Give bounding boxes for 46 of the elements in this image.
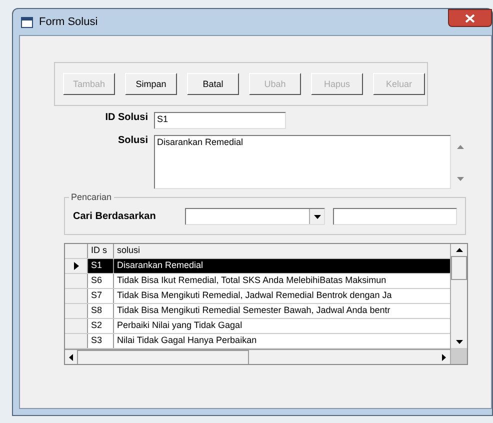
scroll-right-icon[interactable] [442, 354, 446, 361]
scrollbar-thumb[interactable] [77, 350, 249, 364]
field-label: ID Solusi [104, 112, 149, 123]
row-selector[interactable] [65, 259, 88, 273]
toolbar-button[interactable]: Simpan [125, 73, 177, 95]
table-cell-text: Nilai Tidak Gagal Hanya Perbaikan [116, 334, 258, 347]
scroll-up-icon[interactable] [456, 248, 462, 252]
search-dropdown[interactable] [185, 208, 325, 225]
table-cell-text: Perbaiki Nilai yang Tidak Gagal [116, 319, 244, 332]
table-cell: S1 [88, 259, 114, 273]
table-cell: S7 [88, 289, 114, 303]
scroll-down-icon[interactable] [456, 340, 462, 344]
field-label: Solusi [116, 135, 149, 146]
close-button[interactable] [448, 9, 492, 27]
scrollbar-corner [451, 348, 467, 364]
dropdown-caret-icon [314, 214, 320, 218]
scrollbar-thumb[interactable] [451, 256, 467, 280]
column-header[interactable]: ID s [88, 244, 114, 258]
solusi-field[interactable]: Disarankan Remedial [154, 135, 451, 189]
table-row[interactable]: S1 Disarankan Remedial [65, 259, 450, 274]
table-cell-text: Tidak Bisa Mengikuti Remedial, Jadwal Remedial Bentrok dengan Ja [116, 289, 393, 302]
close-icon [465, 14, 475, 22]
column-header[interactable]: solusi [114, 244, 450, 258]
table-cell: S3 [88, 334, 114, 348]
header-corner [65, 244, 88, 258]
row-pointer-icon [74, 262, 78, 270]
horizontal-scrollbar[interactable] [65, 349, 450, 364]
table-cell: Disarankan Remedial [114, 259, 450, 273]
table-row[interactable]: S8 Tidak Bisa Mengikuti Remedial Semester Bawah, Jadwal Anda bentr [65, 304, 450, 319]
table-cell-text: Tidak Bisa Mengikuti Remedial Semester Bawah, Jadwal Anda bentr [116, 304, 392, 317]
group-title: Pencarian [69, 192, 114, 202]
window-title: Form Solusi [39, 16, 98, 28]
table-row[interactable]: S7 Tidak Bisa Mengikuti Remedial, Jadwal Remedial Bentrok dengan Ja [65, 289, 450, 304]
search-label: Cari Berdasarkan [73, 211, 157, 222]
search-field[interactable] [333, 208, 457, 225]
vertical-scrollbar[interactable] [450, 244, 467, 364]
id-solusi-field[interactable]: S1 [154, 112, 286, 129]
table-cell: S8 [88, 304, 114, 318]
window-icon [21, 16, 33, 28]
table-cell: S6 [88, 274, 114, 288]
table-row[interactable]: S6 Tidak Bisa Ikut Remedial, Total SKS Anda MelebihiBatas Maksimun [65, 274, 450, 289]
table-row[interactable]: S2 Perbaiki Nilai yang Tidak Gagal [65, 319, 450, 334]
table-cell-text: Tidak Bisa Ikut Remedial, Total SKS Anda MelebihiBatas Maksimun [116, 274, 388, 287]
scroll-left-icon[interactable] [69, 354, 73, 361]
toolbar-button[interactable]: Batal [187, 73, 239, 95]
table-cell: S2 [88, 319, 114, 333]
